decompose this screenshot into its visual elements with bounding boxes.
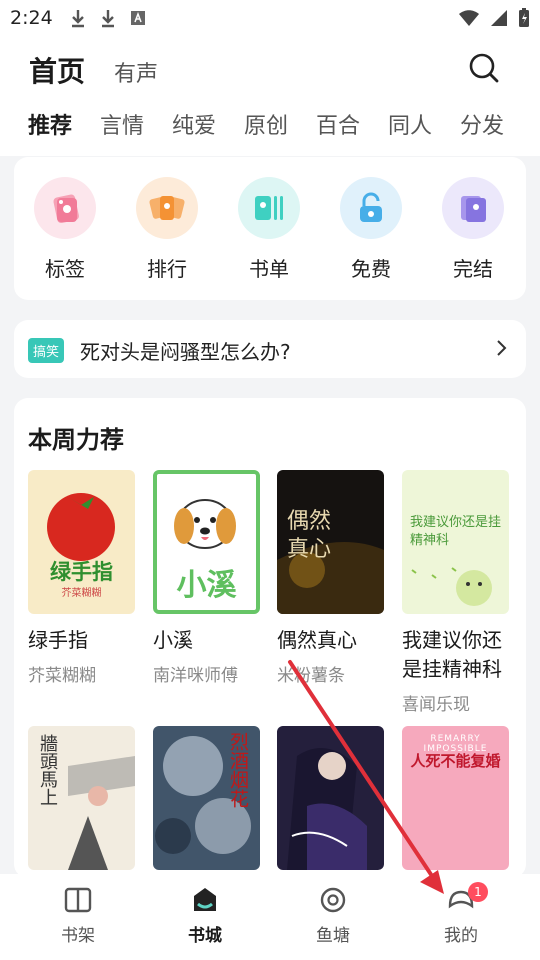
book-cover: REMARRY IMPOSSIBLE 人死不能复婚 — [402, 726, 509, 870]
genre-badge: 搞笑 — [28, 338, 65, 363]
bottom-nav: 书架 书城 鱼塘 1 我的 — [0, 874, 540, 960]
book-author: 南洋咪师傅 — [153, 666, 238, 686]
category-tabs: 推荐 言情 纯爱 原创 百合 同人 分发 — [0, 108, 540, 152]
shortcut-label: 排行 — [147, 257, 187, 281]
book-title: 偶然真心 — [277, 628, 357, 652]
book-cover: 我建议你还是挂精神科 — [402, 470, 509, 614]
shortcut-label: 完结 — [453, 257, 493, 281]
tab-bl[interactable]: 纯爱 — [172, 108, 216, 140]
nav-label: 书城 — [188, 926, 222, 946]
wifi-icon — [459, 10, 479, 26]
cover-author: 芥菜糊糊 — [61, 588, 102, 599]
tab-fanfic[interactable]: 同人 — [388, 108, 432, 140]
bookstore-icon — [194, 888, 216, 911]
cover-title: 偶然真心 — [287, 509, 332, 562]
shortcut-ranking[interactable]: 排行 — [134, 177, 200, 282]
cover-title: 小溪 — [176, 568, 237, 603]
shortcut-completed[interactable]: 完结 — [440, 177, 506, 282]
book-cover — [277, 726, 384, 870]
shortcut-free[interactable]: 免费 — [338, 177, 404, 282]
page-title: 首页 — [29, 55, 86, 88]
nav-label: 我的 — [444, 926, 478, 946]
book-card[interactable]: 我建议你还是挂精神科 我建议你还是挂精神科 喜闻乐现 — [402, 470, 510, 715]
book-card[interactable] — [277, 726, 385, 870]
book-cover: 偶然真心 — [277, 470, 384, 614]
shortcut-label: 免费 — [351, 257, 391, 281]
status-bar: 2:24 — [0, 0, 540, 36]
promo-banner[interactable]: 搞笑 死对头是闷骚型怎么办? — [14, 320, 526, 378]
book-author: 芥菜糊糊 — [28, 666, 96, 686]
cover-title: 人死不能复婚 — [410, 752, 501, 770]
book-title: 小溪 — [153, 628, 193, 652]
nav-bookstore[interactable]: 书城 — [165, 886, 245, 946]
book-cover: 绿手指 芥菜糊糊 — [28, 470, 135, 614]
chevron-right-icon — [497, 340, 507, 356]
free-icon — [340, 177, 402, 239]
signal-icon — [491, 10, 507, 26]
nav-bookshelf[interactable]: 书架 — [38, 886, 118, 946]
shortcut-tags[interactable]: 标签 — [32, 177, 98, 282]
category-shortcuts: 标签 排行 书单 免费 完结 — [14, 157, 526, 300]
cover-title: 绿手指 — [50, 560, 113, 584]
ranking-icon — [136, 177, 198, 239]
nav-label: 书架 — [61, 926, 95, 946]
nav-fishpond[interactable]: 鱼塘 — [293, 886, 373, 946]
notification-badge: 1 — [468, 882, 488, 902]
weekly-picks: 本周力荐 绿手指 芥菜糊糊 绿手指 芥菜糊糊 小溪 小溪 南洋咪师傅 偶然真心 … — [14, 398, 526, 878]
search-button[interactable] — [468, 52, 500, 84]
book-author: 喜闻乐现 — [402, 695, 470, 715]
booklist-icon — [238, 177, 300, 239]
book-card[interactable]: 偶然真心 偶然真心 米粉薯条 — [277, 470, 385, 686]
status-notifications — [70, 8, 146, 28]
status-indicators — [458, 8, 530, 28]
top-area: 2:24 首页 有声 推荐 言情 纯爱 原创 百合 同人 分发 — [0, 0, 540, 156]
section-title: 本周力荐 — [28, 426, 124, 454]
book-title: 我建议你还是挂精神科 — [402, 628, 502, 681]
tab-distribution[interactable]: 分发 — [460, 108, 504, 140]
header: 首页 有声 — [0, 44, 540, 94]
book-cover: 烈酒烟花 — [153, 726, 260, 870]
tag-icon — [34, 177, 96, 239]
bookshelf-icon — [64, 887, 92, 913]
cover-title: 牆頭馬上 — [37, 734, 58, 806]
book-author: 米粉薯条 — [277, 666, 345, 686]
status-time: 2:24 — [10, 7, 53, 29]
tab-romance[interactable]: 言情 — [100, 108, 144, 140]
book-cover: 牆頭馬上 — [28, 726, 135, 870]
book-title: 绿手指 — [28, 628, 88, 652]
book-cover: 小溪 — [153, 470, 260, 614]
book-card[interactable]: 牆頭馬上 — [28, 726, 136, 870]
nav-label: 鱼塘 — [316, 926, 350, 946]
book-card[interactable]: 绿手指 芥菜糊糊 绿手指 芥菜糊糊 — [28, 470, 136, 686]
cover-title: 烈酒烟花 — [227, 732, 249, 808]
book-card[interactable]: 小溪 小溪 南洋咪师傅 — [153, 470, 261, 686]
tab-recommend[interactable]: 推荐 — [28, 108, 72, 140]
battery-icon — [519, 8, 529, 27]
shortcut-label: 书单 — [249, 257, 289, 281]
shortcut-label: 标签 — [45, 257, 85, 281]
download-icon — [72, 10, 84, 28]
tab-label: 推荐 — [28, 114, 73, 139]
download-icon — [102, 10, 114, 28]
search-icon — [469, 53, 499, 83]
audio-tab[interactable]: 有声 — [114, 56, 158, 88]
book-card[interactable]: 烈酒烟花 — [153, 726, 261, 870]
book-card[interactable]: REMARRY IMPOSSIBLE 人死不能复婚 — [402, 726, 510, 870]
fishpond-icon — [320, 887, 346, 913]
tab-gl[interactable]: 百合 — [316, 108, 360, 140]
tab-original[interactable]: 原创 — [244, 108, 288, 140]
completed-icon — [442, 177, 504, 239]
shortcut-booklist[interactable]: 书单 — [236, 177, 302, 282]
font-icon — [131, 11, 145, 25]
cover-title: 我建议你还是挂精神科 — [410, 515, 502, 548]
promo-text: 死对头是闷骚型怎么办? — [80, 340, 291, 364]
nav-profile[interactable]: 1 我的 — [421, 882, 501, 946]
